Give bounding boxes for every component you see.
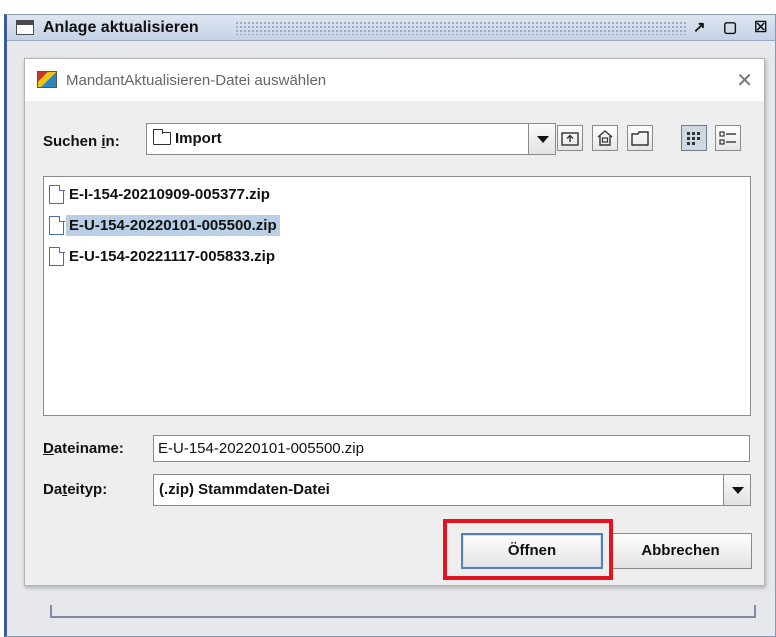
- home-button[interactable]: [592, 125, 618, 151]
- look-in-combo[interactable]: Import: [146, 123, 556, 155]
- document-icon: [49, 246, 65, 266]
- look-in-value: Import: [175, 130, 222, 147]
- window-icon: [16, 20, 34, 35]
- dialog-close-icon[interactable]: ✕: [736, 68, 753, 93]
- titlebar-grip: [235, 21, 687, 35]
- chevron-down-icon[interactable]: [528, 124, 555, 154]
- new-folder-button[interactable]: [627, 125, 653, 151]
- filename-label: Dateiname:: [43, 440, 124, 457]
- home-icon: [597, 130, 613, 146]
- details-view-icon: [719, 131, 736, 145]
- filename-value: E-U-154-20220101-005500.zip: [158, 440, 364, 457]
- outer-panel-edge: [50, 605, 756, 618]
- document-icon: [49, 215, 65, 235]
- outer-window-title: Anlage aktualisieren: [43, 19, 199, 36]
- file-name: E-U-154-20220101-005500.zip: [66, 215, 280, 236]
- file-chooser-dialog: MandantAktualisieren-Datei auswählen ✕ S…: [24, 58, 765, 586]
- document-icon: [49, 184, 65, 204]
- details-view-button[interactable]: [715, 125, 741, 151]
- up-folder-icon: [561, 132, 579, 146]
- cancel-button[interactable]: Abbrechen: [609, 533, 752, 569]
- close-icon[interactable]: ☒: [754, 18, 767, 36]
- file-name: E-I-154-20210909-005377.zip: [69, 186, 270, 203]
- restore-icon[interactable]: ↗: [693, 18, 706, 36]
- maximize-icon[interactable]: ▢: [723, 18, 737, 36]
- app-logo-icon: [37, 71, 57, 88]
- filetype-value: (.zip) Stammdaten-Datei: [159, 481, 330, 498]
- chevron-down-icon[interactable]: [723, 475, 750, 505]
- highlight-annotation: [443, 519, 613, 580]
- filetype-label: Dateityp:: [43, 481, 108, 498]
- look-in-label: Suchen in:: [43, 133, 120, 150]
- up-folder-button[interactable]: [557, 125, 583, 151]
- folder-icon: [153, 129, 171, 145]
- filetype-combo[interactable]: (.zip) Stammdaten-Datei: [153, 474, 751, 506]
- new-folder-icon: [631, 131, 649, 146]
- list-view-button[interactable]: [681, 125, 707, 151]
- filename-input[interactable]: E-U-154-20220101-005500.zip: [153, 435, 750, 462]
- outer-titlebar[interactable]: Anlage aktualisieren ↗ ▢ ☒: [7, 15, 775, 41]
- file-list[interactable]: E-I-154-20210909-005377.zip E-U-154-2022…: [43, 176, 751, 416]
- dialog-titlebar[interactable]: MandantAktualisieren-Datei auswählen ✕: [25, 59, 764, 101]
- file-name: E-U-154-20221117-005833.zip: [69, 248, 275, 265]
- list-view-icon: [687, 132, 700, 145]
- dialog-title: MandantAktualisieren-Datei auswählen: [66, 72, 327, 89]
